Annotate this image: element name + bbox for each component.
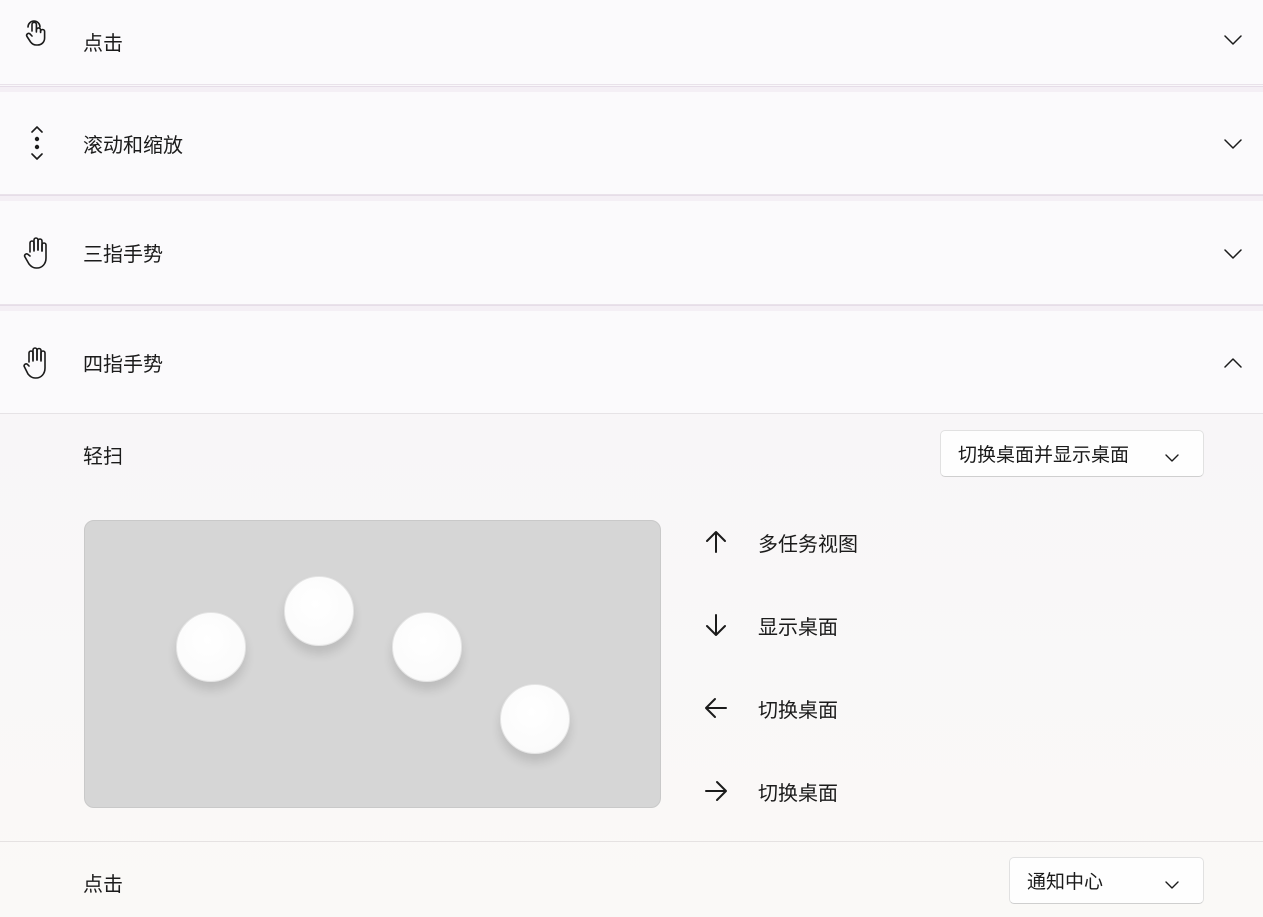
section-label-tap: 点击 [83, 30, 123, 55]
chevron-up-icon[interactable] [1223, 353, 1243, 373]
tap-dropdown-value: 通知中心 [1027, 871, 1104, 893]
section-four-finger[interactable]: 四指手势 [0, 311, 1263, 414]
chevron-down-icon[interactable] [1223, 134, 1243, 154]
tap-dropdown[interactable]: 通知中心 [1009, 857, 1204, 904]
tap-icon [22, 17, 52, 51]
touchpad-preview [84, 520, 661, 808]
gesture-item-down: 显示桌面 [700, 605, 1100, 645]
gesture-item-up: 多任务视图 [700, 522, 1100, 562]
gesture-label-up: 多任务视图 [758, 531, 858, 556]
tap-label: 点击 [83, 872, 123, 896]
section-tap[interactable]: 点击 [0, 0, 1263, 85]
section-label-three-finger: 三指手势 [83, 242, 163, 266]
arrow-left-icon [700, 692, 732, 724]
finger-dot [176, 612, 246, 682]
gesture-item-right: 切换桌面 [700, 771, 1100, 811]
section-scroll-zoom[interactable]: 滚动和缩放 [0, 92, 1263, 195]
chevron-down-icon [1165, 445, 1183, 463]
swipe-dropdown[interactable]: 切换桌面并显示桌面 [940, 430, 1204, 477]
gesture-label-down: 显示桌面 [758, 614, 838, 639]
scroll-zoom-icon [22, 126, 52, 160]
chevron-down-icon [1165, 872, 1183, 890]
chevron-down-icon[interactable] [1223, 30, 1243, 50]
finger-dot [284, 576, 354, 646]
arrow-down-icon [700, 609, 732, 641]
arrow-right-icon [700, 775, 732, 807]
gesture-label-right: 切换桌面 [758, 780, 838, 805]
four-finger-hand-icon [22, 346, 52, 380]
finger-dot [392, 612, 462, 682]
gesture-item-left: 切换桌面 [700, 688, 1100, 728]
section-three-finger[interactable]: 三指手势 [0, 201, 1263, 305]
section-label-scroll-zoom: 滚动和缩放 [83, 132, 183, 157]
three-finger-hand-icon [22, 236, 52, 270]
finger-dot [500, 684, 570, 754]
chevron-down-icon[interactable] [1223, 244, 1243, 264]
swipe-label: 轻扫 [83, 444, 123, 468]
swipe-dropdown-value: 切换桌面并显示桌面 [958, 444, 1130, 466]
gesture-label-left: 切换桌面 [758, 697, 838, 722]
arrow-up-icon [700, 526, 732, 558]
section-label-four-finger: 四指手势 [83, 351, 163, 376]
